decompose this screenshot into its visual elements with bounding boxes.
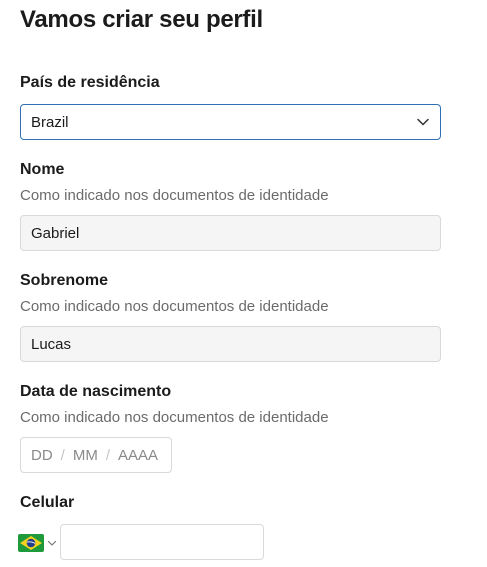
profile-form-page: Vamos criar seu perfil País de residênci… [0, 0, 487, 567]
last-name-label: Sobrenome [20, 272, 109, 289]
country-selected-value: Brazil [31, 113, 69, 131]
last-name-input[interactable] [20, 326, 441, 362]
chevron-down-icon [417, 118, 429, 126]
phone-label: Celular [20, 494, 75, 511]
birthdate-field[interactable]: DD / MM / AAAA [20, 437, 172, 473]
country-select[interactable]: Brazil [20, 104, 441, 140]
birthdate-label: Data de nascimento [20, 383, 172, 400]
birthdate-month-input[interactable]: MM [73, 447, 98, 464]
first-name-input[interactable] [20, 215, 441, 251]
last-name-hint: Como indicado nos documentos de identida… [20, 298, 329, 315]
page-title: Vamos criar seu perfil [20, 6, 263, 33]
country-label: País de residência [20, 74, 160, 91]
birthdate-year-input[interactable]: AAAA [118, 447, 158, 464]
first-name-label: Nome [20, 161, 65, 178]
date-separator: / [60, 446, 65, 464]
first-name-hint: Como indicado nos documentos de identida… [20, 187, 329, 204]
birthdate-hint: Como indicado nos documentos de identida… [20, 409, 329, 426]
phone-country-select[interactable] [18, 533, 58, 553]
phone-number-input[interactable] [60, 524, 264, 560]
brazil-flag-icon [18, 534, 44, 552]
birthdate-day-input[interactable]: DD [31, 447, 53, 464]
chevron-down-icon [47, 540, 57, 546]
date-separator: / [105, 446, 111, 464]
